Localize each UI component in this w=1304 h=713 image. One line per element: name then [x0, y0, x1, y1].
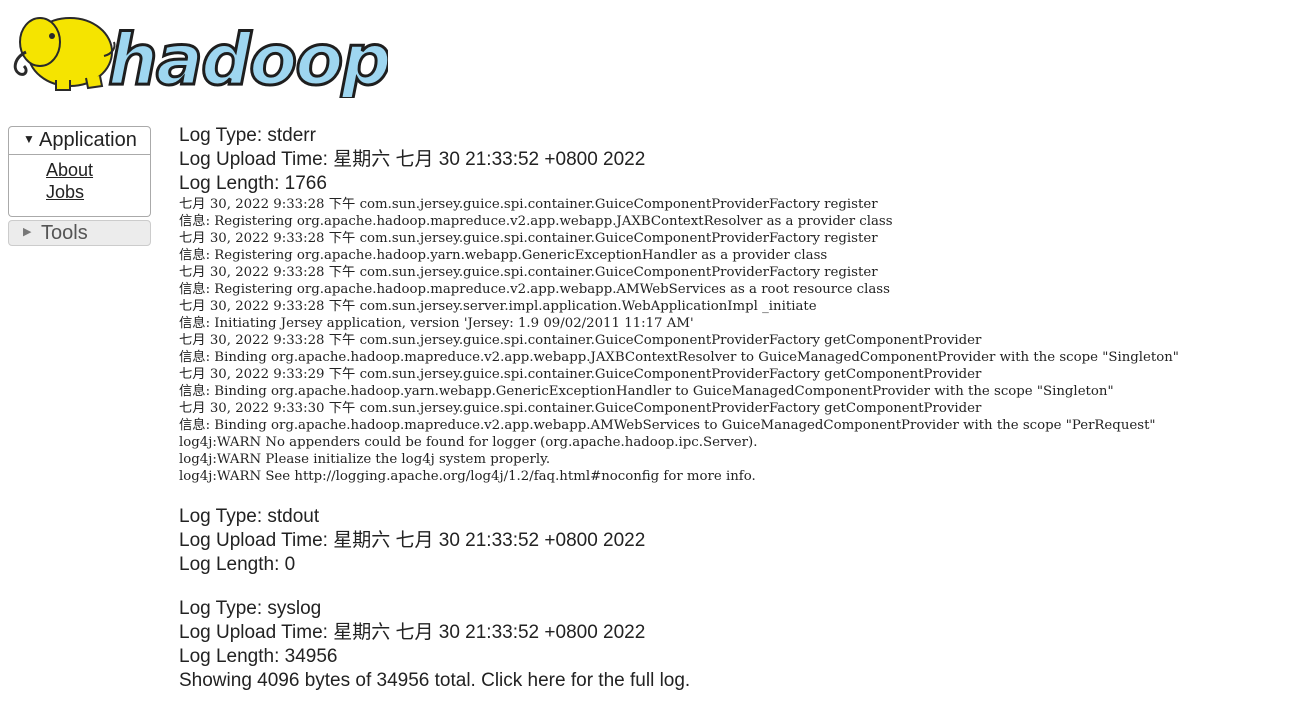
sidebar: ▼ Application About Jobs ▶ Tools: [8, 126, 151, 246]
log-content: Log Type: stderr Log Upload Time: 星期六 七月…: [179, 124, 1299, 713]
log-type: Log Type: stdout: [179, 506, 320, 527]
log-type: Log Type: stderr: [179, 125, 316, 146]
application-accordion-header[interactable]: ▼ Application: [8, 126, 151, 155]
jobs-link[interactable]: Jobs: [46, 181, 150, 203]
log-section-syslog: Log Type: syslog Log Upload Time: 星期六 七月…: [179, 597, 1299, 693]
log-length: Log Length: 1766: [179, 173, 327, 194]
full-log-link[interactable]: Showing 4096 bytes of 34956 total. Click…: [179, 669, 1299, 693]
tools-accordion-header[interactable]: ▶ Tools: [8, 220, 151, 246]
log-length: Log Length: 34956: [179, 646, 338, 667]
hadoop-elephant-logo-icon: hadoop: [13, 17, 393, 103]
log-section-stdout: Log Type: stdout Log Upload Time: 星期六 七月…: [179, 505, 1299, 577]
tools-label: Tools: [41, 222, 88, 244]
log-upload-time: Log Upload Time: 星期六 七月 30 21:33:52 +080…: [179, 149, 646, 170]
application-label: Application: [39, 129, 137, 151]
log-section-stderr: Log Type: stderr Log Upload Time: 星期六 七月…: [179, 124, 1299, 485]
log-type: Log Type: syslog: [179, 598, 322, 619]
triangle-right-icon: ▶: [23, 225, 32, 238]
log-upload-time: Log Upload Time: 星期六 七月 30 21:33:52 +080…: [179, 622, 646, 643]
log-upload-time: Log Upload Time: 星期六 七月 30 21:33:52 +080…: [179, 530, 646, 551]
about-link[interactable]: About: [46, 159, 150, 181]
hadoop-logo[interactable]: hadoop: [8, 6, 393, 103]
application-menu: About Jobs: [8, 155, 151, 217]
log-length: Log Length: 0: [179, 554, 296, 575]
hadoop-wordmark: hadoop: [108, 19, 388, 98]
triangle-down-icon: ▼: [23, 131, 35, 146]
log-text: 七月 30, 2022 9:33:28 下午 com.sun.jersey.gu…: [179, 197, 1179, 484]
